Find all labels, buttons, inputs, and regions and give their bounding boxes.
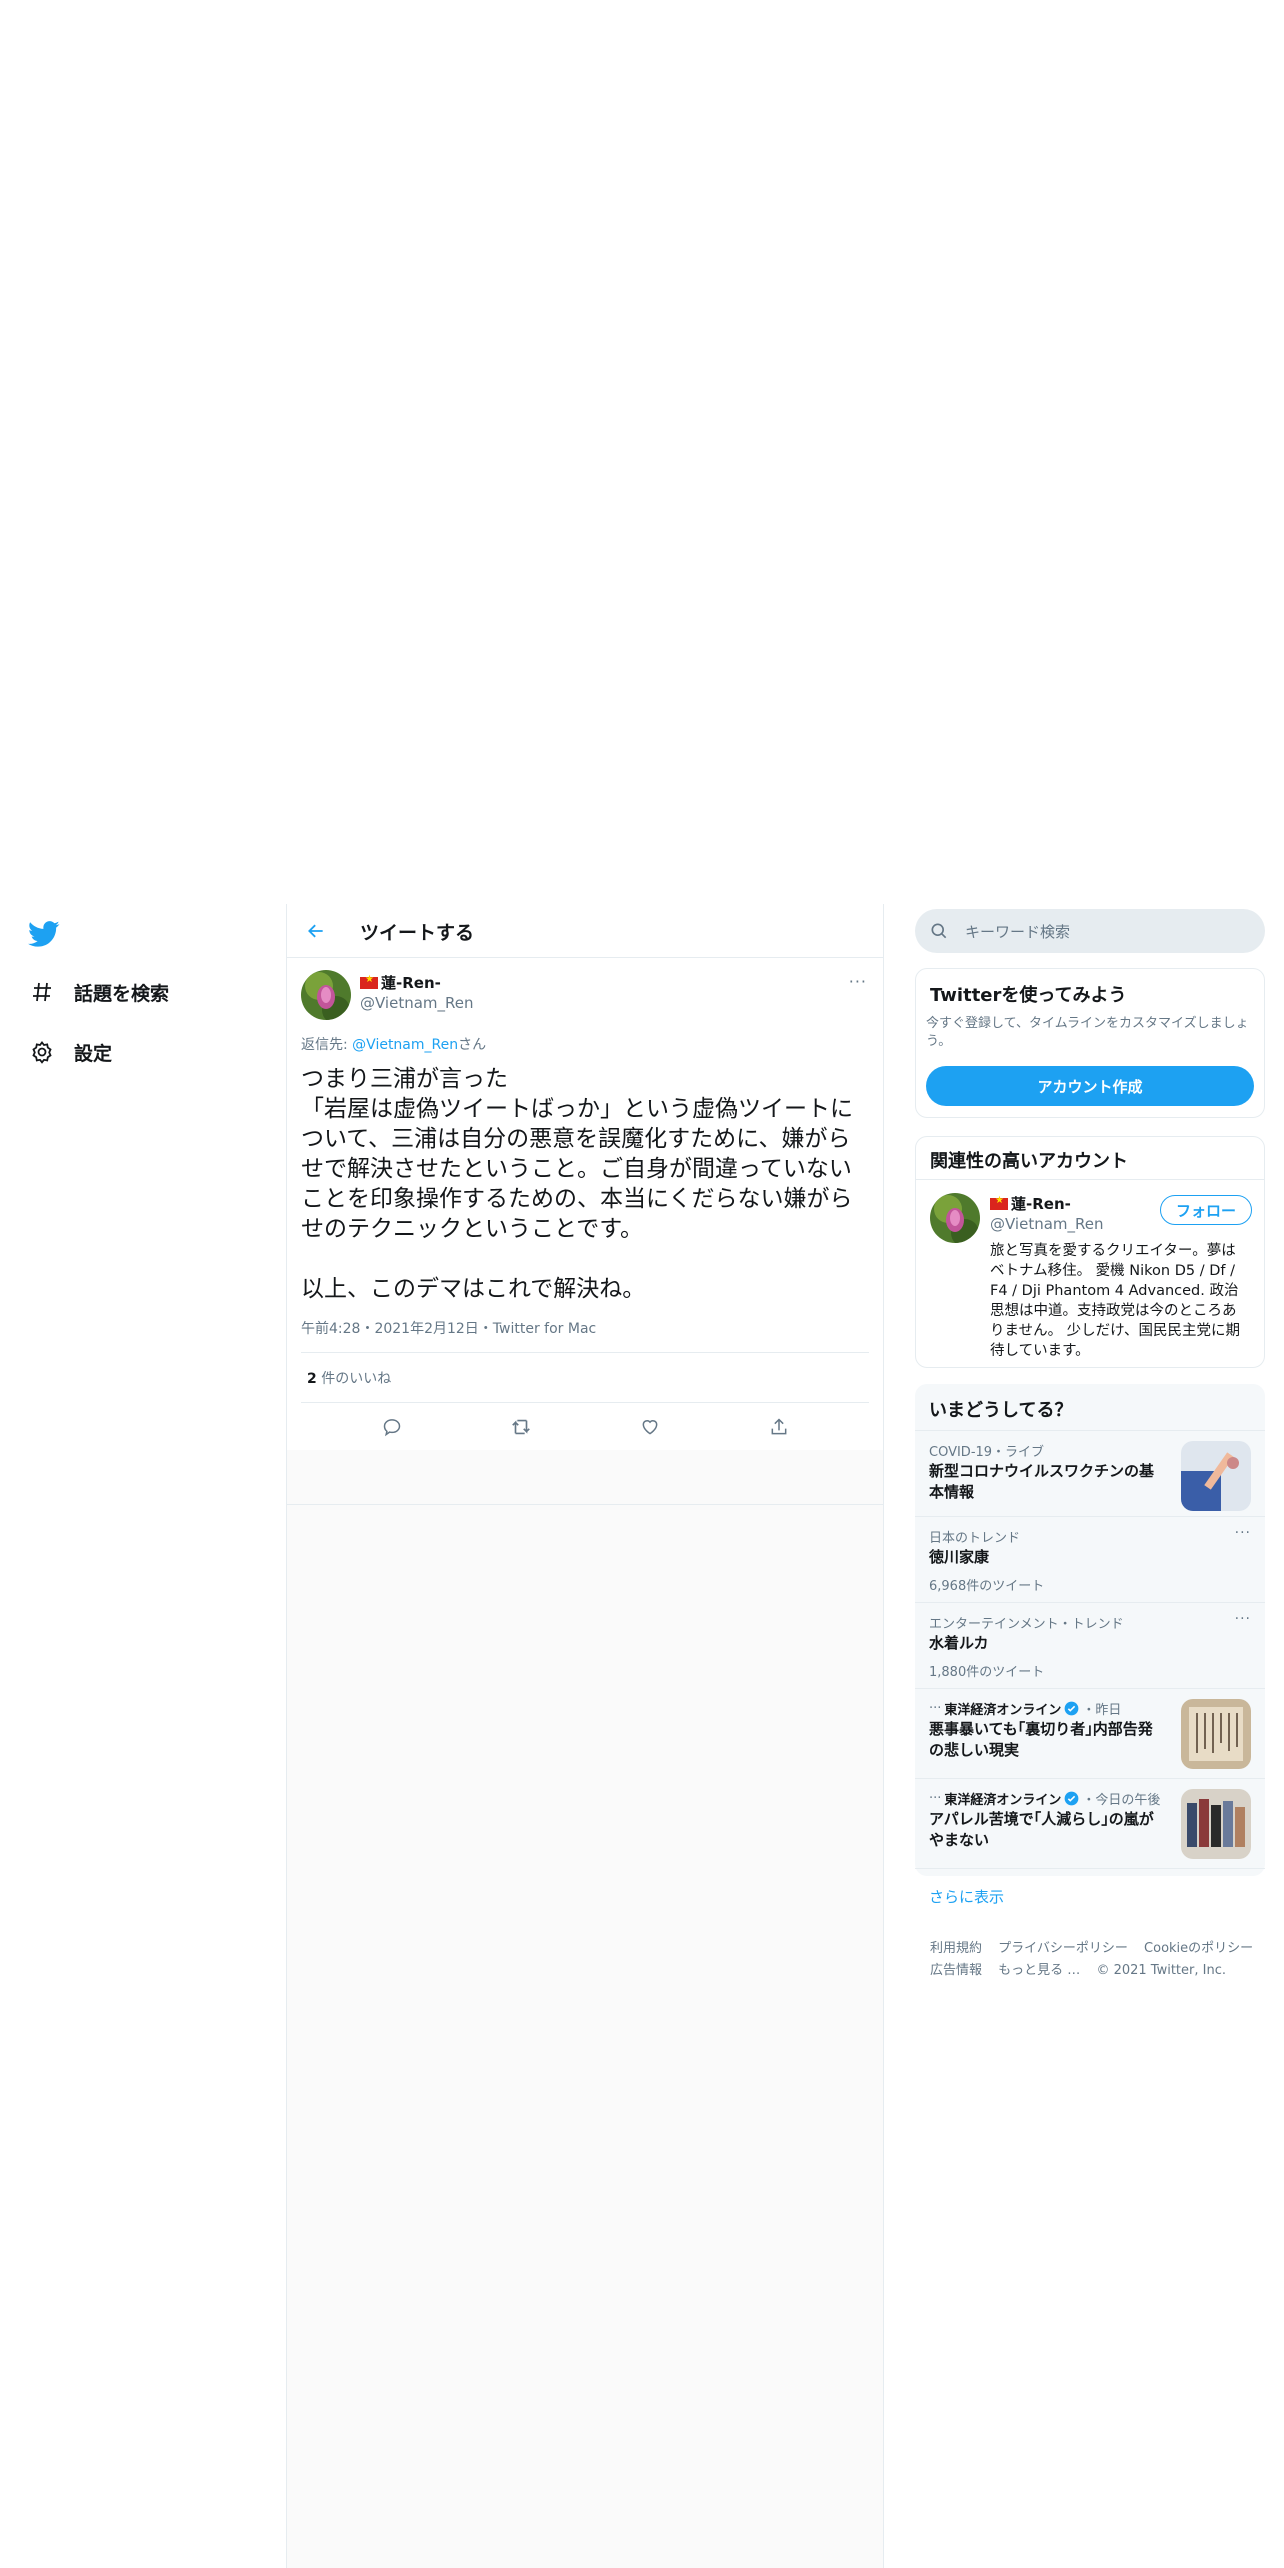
reply-button[interactable]	[372, 1407, 412, 1447]
author-name[interactable]: 蓮-Ren-	[360, 972, 441, 993]
gear-icon	[28, 1038, 56, 1066]
footer-link[interactable]: 利用規約	[930, 1941, 982, 1956]
trend-thumbnail	[1181, 1441, 1251, 1511]
trend-category: COVID-19・ライブ	[929, 1445, 1045, 1460]
reply-to-link[interactable]: @Vietnam_Ren	[352, 1037, 458, 1053]
vietnam-flag-icon	[990, 1195, 1008, 1210]
left-navigation: 話題を検索 設定	[0, 904, 286, 2568]
news-thumbnail	[1181, 1699, 1251, 1769]
tweet-text: つまり三浦が言った 「岩屋は虚偽ツイートばっか」という虚偽ツイートについて、三浦…	[301, 1066, 853, 1302]
account-bio: 旅と写真を愛するクリエイター。夢はベトナム移住。 愛機 Nikon D5 / D…	[990, 1243, 1240, 1359]
related-accounts-card: 関連性の高いアカウント 蓮-Ren- @Vietnam_Ren フォロー 旅と写…	[915, 1136, 1265, 1368]
trend-item[interactable]: 日本のトレンド ··· 徳川家康 6,968件のツイート	[915, 1516, 1265, 1602]
tweet-detail: 蓮-Ren- @Vietnam_Ren ··· 返信先: @Vietnam_Re…	[287, 958, 883, 1505]
nav-explore-label: 話題を検索	[74, 982, 170, 1005]
news-source-name: 東洋経済オンライン	[944, 1793, 1062, 1808]
trends-card: いまどうしてる？ COVID-19・ライブ 新型コロナウイルスワクチンの基本情報…	[915, 1384, 1265, 1906]
divider	[287, 1504, 883, 1505]
news-source: ··· 東洋経済オンライン ・今日の午後	[929, 1791, 1161, 1808]
news-title: 悪事暴いても｢裏切り者｣内部告発の悲しい現実	[929, 1720, 1153, 1759]
trend-title: 新型コロナウイルスワクチンの基本情報	[929, 1462, 1155, 1501]
verified-badge-icon	[1065, 1701, 1079, 1716]
related-title: 関連性の高いアカウント	[930, 1151, 1128, 1172]
reply-suffix: さん	[458, 1037, 487, 1053]
arrow-left-icon	[308, 924, 323, 938]
trend-category: エンターテインメント・トレンド	[929, 1617, 1124, 1632]
likes-label: 件のいいね	[316, 1371, 392, 1387]
news-time: ・今日の午後	[1082, 1793, 1161, 1808]
trend-title: 水着ルカ	[929, 1634, 989, 1652]
retweet-button[interactable]	[501, 1407, 541, 1447]
account-name[interactable]: 蓮-Ren-	[990, 1193, 1071, 1214]
page-header: ツイートする	[287, 904, 883, 958]
search-box[interactable]: キーワード検索	[915, 909, 1265, 953]
twitter-logo-icon[interactable]	[28, 918, 64, 954]
tweet-timestamp[interactable]: 午前4:28・2021年2月12日・Twitter for Mac	[301, 1318, 596, 1338]
divider	[301, 1352, 869, 1353]
show-more-link[interactable]: さらに表示	[929, 1886, 1004, 1907]
nav-settings-label: 設定	[74, 1042, 113, 1065]
reply-icon	[383, 1419, 400, 1437]
avatar[interactable]	[301, 970, 351, 1020]
main-column: ツイートする 蓮-Ren- @Vietnam_Ren ··· 返信先: @Vie…	[286, 904, 884, 2568]
divider	[916, 1179, 1264, 1180]
news-thumbnail	[1181, 1789, 1251, 1859]
search-icon	[931, 923, 947, 939]
signup-description: 今すぐ登録して、タイムラインをカスタマイズしましょう。	[926, 1016, 1249, 1049]
trend-category: 日本のトレンド	[929, 1531, 1021, 1546]
trend-item[interactable]: エンターテインメント・トレンド ··· 水着ルカ 1,880件のツイート	[915, 1602, 1265, 1688]
footer-link[interactable]: プライバシーポリシー	[998, 1941, 1128, 1956]
news-item[interactable]: ··· 東洋経済オンライン ・今日の午後 アパレル苦境で｢人減らし｣の嵐がやまない	[915, 1778, 1265, 1868]
divider	[915, 1868, 1265, 1869]
footer-link[interactable]: Cookieのポリシー	[1144, 1941, 1253, 1956]
news-source-name: 東洋経済オンライン	[944, 1703, 1062, 1718]
right-sidebar: キーワード検索 Twitterを使ってみよう 今すぐ登録して、タイムラインをカス…	[884, 904, 1284, 2568]
reply-prefix: 返信先:	[301, 1037, 353, 1053]
trend-count: 6,968件のツイート	[929, 1579, 1045, 1594]
signup-title: Twitterを使ってみよう	[930, 985, 1127, 1006]
retweet-icon	[511, 1419, 530, 1435]
news-time: ・昨日	[1082, 1703, 1122, 1718]
likes-number: 2	[307, 1371, 317, 1387]
news-title: アパレル苦境で｢人減らし｣の嵐がやまない	[929, 1810, 1154, 1849]
news-item[interactable]: ··· 東洋経済オンライン ・昨日 悪事暴いても｢裏切り者｣内部告発の悲しい現実	[915, 1688, 1265, 1778]
signup-card: Twitterを使ってみよう 今すぐ登録して、タイムラインをカスタマイズしましょ…	[915, 968, 1265, 1118]
news-source: ··· 東洋経済オンライン ・昨日	[929, 1701, 1122, 1718]
trends-title: いまどうしてる？	[929, 1400, 1073, 1421]
hashtag-icon	[28, 978, 56, 1006]
share-icon	[771, 1418, 786, 1435]
tweet-actions	[287, 1406, 883, 1448]
nav-explore[interactable]: 話題を検索	[28, 978, 169, 1006]
footer-link[interactable]: もっと見る …	[998, 1963, 1080, 1978]
trend-item[interactable]: COVID-19・ライブ 新型コロナウイルスワクチンの基本情報	[915, 1430, 1265, 1516]
account-name-text: 蓮-Ren-	[1011, 1195, 1071, 1213]
heart-icon	[642, 1420, 657, 1435]
trend-title: 徳川家康	[929, 1548, 990, 1566]
more-options-button[interactable]: ···	[1235, 1525, 1251, 1541]
more-options-button[interactable]: ···	[1235, 1611, 1251, 1627]
page-title: ツイートする	[360, 922, 475, 944]
divider	[301, 1402, 869, 1403]
create-account-button[interactable]: アカウント作成	[926, 1066, 1254, 1106]
search-input[interactable]: キーワード検索	[965, 921, 1070, 942]
likes-count[interactable]: 2 件のいいね	[307, 1368, 391, 1388]
footer-links: 利用規約 プライバシーポリシー Cookieのポリシー 広告情報 もっと見る ……	[930, 1938, 1265, 1982]
follow-button[interactable]: フォロー	[1160, 1195, 1252, 1225]
vietnam-flag-icon	[360, 974, 378, 989]
back-button[interactable]	[301, 916, 331, 946]
footer-link[interactable]: 広告情報	[930, 1963, 982, 1978]
reply-context: 返信先: @Vietnam_Renさん	[301, 1034, 486, 1054]
avatar[interactable]	[930, 1193, 980, 1243]
verified-badge-icon	[1065, 1791, 1079, 1806]
more-options-button[interactable]: ···	[849, 972, 867, 991]
share-button[interactable]	[759, 1407, 799, 1447]
author-handle[interactable]: @Vietnam_Ren	[360, 994, 474, 1012]
copyright: © 2021 Twitter, Inc.	[1096, 1963, 1226, 1978]
author-name-text: 蓮-Ren-	[381, 974, 441, 992]
trend-count: 1,880件のツイート	[929, 1665, 1045, 1680]
like-button[interactable]	[630, 1407, 670, 1447]
nav-settings[interactable]: 設定	[28, 1038, 112, 1066]
account-handle[interactable]: @Vietnam_Ren	[990, 1215, 1104, 1233]
